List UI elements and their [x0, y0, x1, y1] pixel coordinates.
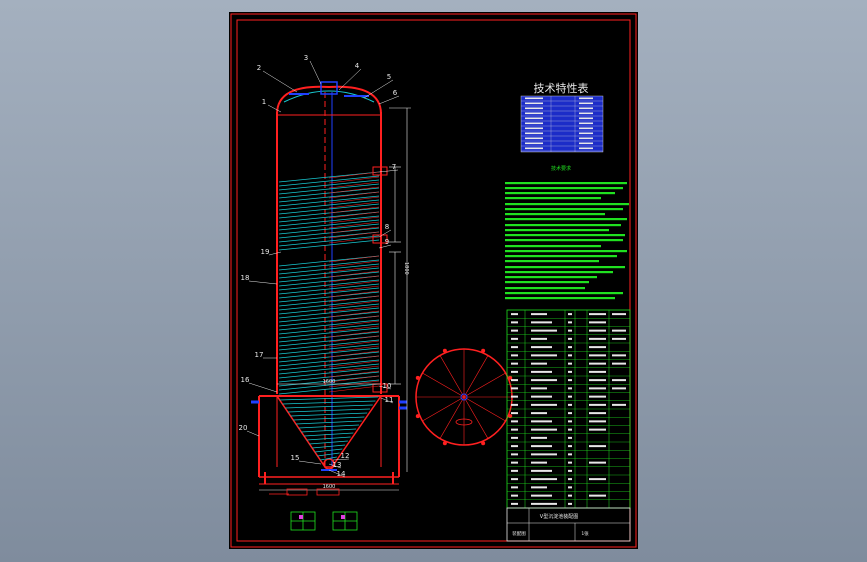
drawing-name: V型沉淀池装配图 [540, 513, 578, 520]
notes-title: 技术要求 [551, 165, 571, 172]
callout-1: 1 [262, 98, 266, 106]
inclined-plates-upper [278, 171, 380, 251]
callout-2: 2 [257, 64, 261, 72]
callout-4: 4 [355, 62, 360, 70]
callout-6: 6 [393, 89, 398, 97]
plan-view [415, 348, 513, 446]
sheet-label: 装配图 [512, 530, 526, 537]
callout-18: 18 [241, 274, 250, 282]
callout-20: 20 [239, 424, 248, 432]
callout-14: 14 [337, 470, 346, 478]
callout-3: 3 [304, 54, 308, 62]
callout-13: 13 [333, 461, 342, 469]
title-block: V型沉淀池装配图 装配图 1张 [506, 507, 631, 542]
callout-19: 19 [261, 248, 270, 256]
callout-11: 11 [385, 396, 394, 404]
dimension-lines: 1600 1600 1800 [259, 107, 411, 491]
tech-table-title: 技术特性表 [534, 81, 589, 95]
cone-hatching [279, 396, 379, 461]
parts-list [506, 309, 631, 509]
callout-16: 16 [241, 376, 250, 384]
callout-8: 8 [385, 223, 389, 231]
drawing-canvas: 1600 1600 1800 1234567891011121314151617… [230, 13, 637, 548]
mid-height-dim: 1800 [403, 262, 409, 275]
shell-width-dim: 1600 [323, 379, 336, 385]
detail-sketches [269, 488, 358, 531]
callout-7: 7 [392, 163, 396, 171]
callout-15: 15 [291, 454, 300, 462]
cad-drawing-sheet: 1600 1600 1800 1 2 3 4 5 6 7 8 9 10 11 12 13 14 15 16 17… [229, 12, 638, 549]
technical-requirements-notes [505, 182, 629, 300]
number-label: 1张 [581, 530, 589, 537]
tank-elevation [251, 81, 407, 485]
tech-characteristics-table: 技术特性表 技术要求 [520, 81, 604, 172]
callout-17: 17 [255, 351, 264, 359]
callout-9: 9 [385, 238, 389, 246]
callout-12: 12 [341, 452, 350, 460]
callout-5: 5 [387, 73, 391, 81]
callout-10: 10 [383, 382, 392, 390]
inclined-plates-lower [278, 255, 380, 395]
